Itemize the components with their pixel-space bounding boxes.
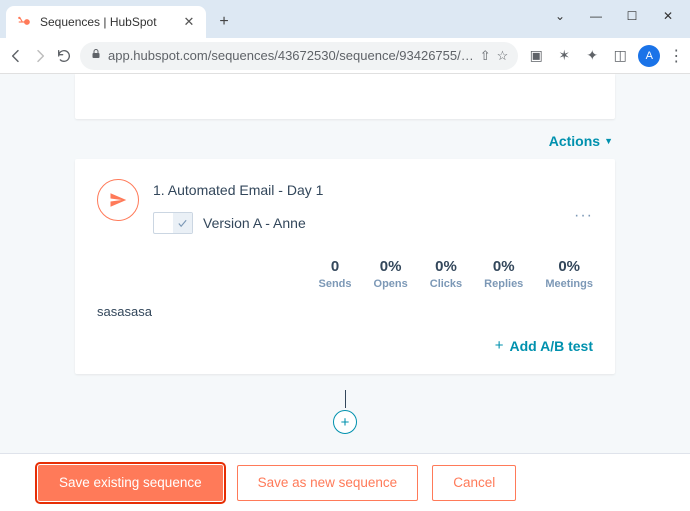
stat-label: Replies xyxy=(484,278,523,290)
toolbar-icons: ▣ ✶ ✦ ◫ A ⋮ xyxy=(526,45,684,67)
stat-value: 0% xyxy=(430,258,462,275)
email-step-card[interactable]: 1. Automated Email - Day 1 Version A - A… xyxy=(75,159,615,374)
footer-bar: Save existing sequence Save as new seque… xyxy=(0,453,690,511)
window-titlebar: Sequences | HubSpot ✕ + ⌄ — ☐ ✕ xyxy=(0,0,690,38)
step-title: 1. Automated Email - Day 1 xyxy=(153,182,593,198)
version-label: Version A - Anne xyxy=(203,215,306,231)
close-window-button[interactable]: ✕ xyxy=(650,4,686,28)
extension-icon-2[interactable]: ✶ xyxy=(554,46,574,66)
actions-label: Actions xyxy=(549,133,600,149)
new-tab-button[interactable]: + xyxy=(210,8,238,36)
actions-dropdown[interactable]: Actions ▼ xyxy=(549,133,613,149)
extensions-puzzle-icon[interactable]: ✦ xyxy=(582,46,602,66)
back-button[interactable] xyxy=(8,44,24,68)
save-existing-button[interactable]: Save existing sequence xyxy=(38,465,223,501)
stat-label: Clicks xyxy=(430,278,462,290)
share-icon[interactable]: ⇧ xyxy=(480,48,491,64)
email-body-snippet: sasasasa xyxy=(97,304,593,319)
plus-icon: + xyxy=(341,414,350,431)
profile-avatar[interactable]: A xyxy=(638,45,660,67)
version-toggle[interactable] xyxy=(153,212,193,234)
stat-value: 0% xyxy=(545,258,593,275)
previous-card-edge xyxy=(75,74,615,119)
extension-icon-1[interactable]: ▣ xyxy=(526,46,546,66)
url-text: app.hubspot.com/sequences/43672530/seque… xyxy=(108,48,474,63)
address-bar[interactable]: app.hubspot.com/sequences/43672530/seque… xyxy=(80,42,518,70)
stat-value: 0% xyxy=(484,258,523,275)
card-more-menu[interactable]: ··· xyxy=(574,207,593,225)
plus-icon: + xyxy=(495,337,504,354)
add-ab-label: Add A/B test xyxy=(510,338,593,354)
star-icon[interactable]: ☆ xyxy=(497,48,509,64)
page-body: Actions ▼ 1. Automated Email - Day 1 xyxy=(0,74,690,453)
send-icon xyxy=(97,179,139,221)
tab-title: Sequences | HubSpot xyxy=(40,15,174,29)
stat-label: Meetings xyxy=(545,278,593,290)
connector-line xyxy=(345,390,346,408)
extension-icon-3[interactable]: ◫ xyxy=(610,46,630,66)
stat-label: Opens xyxy=(374,278,408,290)
reload-button[interactable] xyxy=(56,44,72,68)
address-bar-row: app.hubspot.com/sequences/43672530/seque… xyxy=(0,38,690,74)
stat-opens: 0% Opens xyxy=(374,258,408,290)
minimize-button[interactable]: — xyxy=(578,4,614,28)
lock-icon xyxy=(90,48,102,63)
cancel-button[interactable]: Cancel xyxy=(432,465,516,501)
stats-row: 0 Sends 0% Opens 0% Clicks 0% Replies 0% xyxy=(97,258,593,290)
chrome-chevron[interactable]: ⌄ xyxy=(542,4,578,28)
add-step-button[interactable]: + xyxy=(333,410,357,434)
stat-label: Sends xyxy=(319,278,352,290)
forward-button[interactable] xyxy=(32,44,48,68)
toggle-on-check-icon xyxy=(173,213,192,233)
maximize-button[interactable]: ☐ xyxy=(614,4,650,28)
stat-value: 0 xyxy=(319,258,352,275)
stat-sends: 0 Sends xyxy=(319,258,352,290)
add-ab-test-button[interactable]: + Add A/B test xyxy=(495,337,593,354)
stat-replies: 0% Replies xyxy=(484,258,523,290)
caret-down-icon: ▼ xyxy=(604,136,613,146)
window-controls: ⌄ — ☐ ✕ xyxy=(542,4,686,28)
save-new-button[interactable]: Save as new sequence xyxy=(237,465,419,501)
chrome-menu-button[interactable]: ⋮ xyxy=(668,46,684,66)
stat-clicks: 0% Clicks xyxy=(430,258,462,290)
toggle-off xyxy=(154,213,173,233)
stat-meetings: 0% Meetings xyxy=(545,258,593,290)
stat-value: 0% xyxy=(374,258,408,275)
hubspot-favicon xyxy=(16,14,32,30)
browser-tab[interactable]: Sequences | HubSpot ✕ xyxy=(6,6,206,38)
tab-close-button[interactable]: ✕ xyxy=(182,15,196,29)
